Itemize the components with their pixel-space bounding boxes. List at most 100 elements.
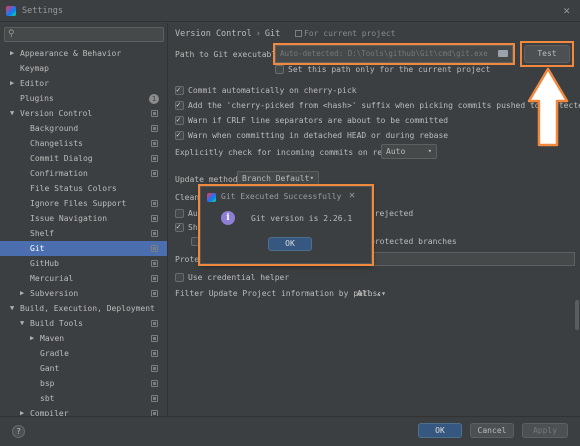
sidebar-item-label: Commit Dialog <box>30 154 93 163</box>
sidebar-item-label: File Status Colors <box>30 184 117 193</box>
path-highlight-box <box>273 43 515 65</box>
chevron-right-icon[interactable]: ▶ <box>10 76 14 91</box>
checkbox-box <box>275 65 284 74</box>
breadcrumb-separator: › <box>255 29 261 39</box>
sidebar-item-subversion[interactable]: ▶ Subversion <box>0 286 167 301</box>
sidebar-item-build-execution-deployment[interactable]: ▼ Build, Execution, Deployment <box>0 301 167 316</box>
sidebar-item-label: Editor <box>20 79 49 88</box>
sidebar-item-compiler[interactable]: ▶ Compiler <box>0 406 167 416</box>
sidebar-item-label: GitHub <box>30 259 59 268</box>
breadcrumb: Version Control › Git <box>175 29 280 39</box>
breadcrumb-current: Git <box>264 29 281 39</box>
sidebar-item-maven[interactable]: ▶ Maven <box>0 331 167 346</box>
project-settings-icon <box>151 230 158 237</box>
sidebar-item-label: Issue Navigation <box>30 214 108 223</box>
sidebar-item-label: Changelists <box>30 139 83 148</box>
protected-suffix: protected branches <box>370 237 457 246</box>
chevron-down-icon[interactable]: ▼ <box>20 316 24 331</box>
chevron-right-icon[interactable]: ▶ <box>10 46 14 61</box>
sidebar-item-version-control[interactable]: ▼ Version Control <box>0 106 167 121</box>
apply-button[interactable]: Apply <box>522 423 568 438</box>
project-settings-icon <box>151 365 158 372</box>
sidebar-item-keymap[interactable]: Keymap <box>0 61 167 76</box>
sidebar-item-label: Maven <box>40 334 65 343</box>
test-highlight-box <box>520 41 574 67</box>
sidebar-item-issue-navigation[interactable]: Issue Navigation <box>0 211 167 226</box>
sidebar-item-label: Shelf <box>30 229 55 238</box>
chevron-down-icon[interactable]: ▼ <box>10 301 14 316</box>
sidebar-item-label: Build Tools <box>30 319 83 328</box>
project-settings-icon <box>295 30 302 37</box>
project-settings-icon <box>151 200 158 207</box>
sidebar-item-label: Gant <box>40 364 60 373</box>
incoming-commits-select[interactable]: Auto ▾ <box>381 144 437 159</box>
sidebar-item-label: Compiler <box>30 409 69 416</box>
sidebar-item-label: Keymap <box>20 64 49 73</box>
sidebar-item-mercurial[interactable]: Mercurial <box>0 271 167 286</box>
chevron-right-icon[interactable]: ▶ <box>30 331 34 346</box>
sidebar-item-label: Gradle <box>40 349 69 358</box>
breadcrumb-parent[interactable]: Version Control <box>175 29 252 39</box>
sidebar-item-label: sbt <box>40 394 55 403</box>
sidebar-item-gant[interactable]: Gant <box>0 361 167 376</box>
sidebar-item-background[interactable]: Background <box>0 121 167 136</box>
sidebar-item-label: Build, Execution, Deployment <box>20 304 155 313</box>
project-settings-icon <box>151 215 158 222</box>
sidebar-item-shelf[interactable]: Shelf <box>0 226 167 241</box>
scope-label: For current project <box>295 29 396 38</box>
sidebar-item-git[interactable]: Git <box>0 241 167 256</box>
sidebar-item-label: Background <box>30 124 79 133</box>
project-settings-icon <box>151 350 158 357</box>
project-settings-icon <box>151 290 158 297</box>
sidebar-item-appearance-behavior[interactable]: ▶ Appearance & Behavior <box>0 46 167 61</box>
sidebar-item-label: Confirmation <box>30 169 88 178</box>
project-settings-icon <box>151 125 158 132</box>
ok-button[interactable]: OK <box>418 423 462 438</box>
sidebar-item-label: Ignore Files Support <box>30 199 127 208</box>
sidebar-item-label: Appearance & Behavior <box>20 49 122 58</box>
sidebar-item-file-status-colors[interactable]: File Status Colors <box>0 181 167 196</box>
sidebar-item-github[interactable]: GitHub <box>0 256 167 271</box>
filter-paths-select[interactable]: All ▴▾ <box>357 289 386 298</box>
updates-badge: 1 <box>149 94 159 104</box>
sidebar-item-label: Plugins <box>20 94 54 103</box>
sidebar-item-bsp[interactable]: bsp <box>0 376 167 391</box>
sidebar-item-label: Git <box>30 244 45 253</box>
cancel-button[interactable]: Cancel <box>470 423 514 438</box>
sidebar-item-label: Version Control <box>20 109 93 118</box>
project-settings-icon <box>151 155 158 162</box>
project-settings-icon <box>151 335 158 342</box>
project-settings-icon <box>151 110 158 117</box>
sidebar-item-changelists[interactable]: Changelists <box>0 136 167 151</box>
project-settings-icon <box>151 245 158 252</box>
sidebar-item-build-tools[interactable]: ▼ Build Tools <box>0 316 167 331</box>
sidebar-item-plugins[interactable]: Plugins 1 <box>0 91 167 106</box>
settings-sidebar: ⚲ ▶ Appearance & Behavior Keymap ▶ Editor Plu… <box>0 23 168 416</box>
chevron-right-icon[interactable]: ▶ <box>20 406 24 416</box>
intellij-logo-icon <box>6 6 16 16</box>
sidebar-item-commit-dialog[interactable]: Commit Dialog <box>0 151 167 166</box>
sidebar-item-editor[interactable]: ▶ Editor <box>0 76 167 91</box>
close-window-button[interactable]: ✕ <box>563 4 570 17</box>
title-bar: Settings ✕ <box>0 0 580 22</box>
dialog-footer: ? OK Cancel Apply <box>0 416 580 446</box>
help-button[interactable]: ? <box>12 425 25 438</box>
project-settings-icon <box>151 275 158 282</box>
project-settings-icon <box>151 320 158 327</box>
chevron-right-icon[interactable]: ▶ <box>20 286 24 301</box>
sidebar-item-ignore-files-support[interactable]: Ignore Files Support <box>0 196 167 211</box>
sidebar-item-label: Subversion <box>30 289 79 298</box>
sidebar-item-sbt[interactable]: sbt <box>0 391 167 406</box>
search-icon: ⚲ <box>8 29 15 39</box>
sidebar-item-confirmation[interactable]: Confirmation <box>0 166 167 181</box>
git-path-label: Path to Git executable: <box>175 50 286 59</box>
settings-search-input[interactable]: ⚲ <box>4 27 164 42</box>
update-method-label: Update method: <box>175 175 243 184</box>
sidebar-item-label: Mercurial <box>30 274 74 283</box>
project-settings-icon <box>151 170 158 177</box>
filter-paths-label: Filter Update Project information by pat… <box>175 289 383 298</box>
dialog-highlight-box <box>198 184 374 266</box>
chevron-down-icon[interactable]: ▼ <box>10 106 14 121</box>
content-scrollbar[interactable] <box>575 300 579 330</box>
sidebar-item-gradle[interactable]: Gradle <box>0 346 167 361</box>
